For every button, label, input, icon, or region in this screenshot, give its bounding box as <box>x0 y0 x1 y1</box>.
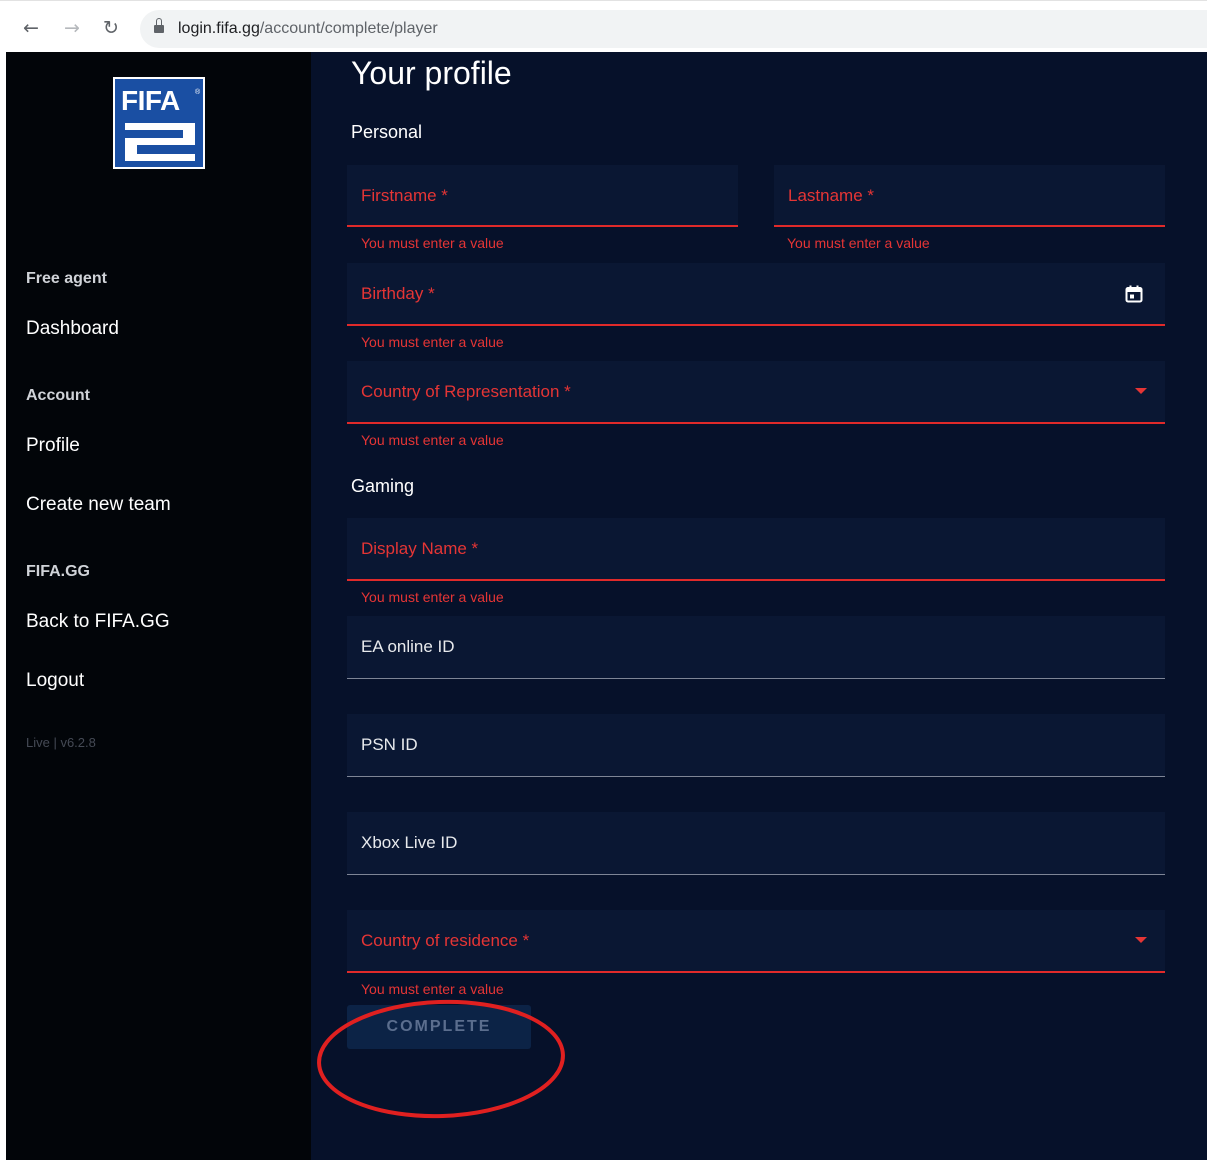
sidebar-section-free-agent: Free agent <box>26 270 107 287</box>
complete-button[interactable]: COMPLETE <box>347 1005 531 1049</box>
lock-icon <box>154 18 164 34</box>
url-host: login.fifa.gg <box>178 20 260 37</box>
lastname-error: You must enter a value <box>787 235 930 251</box>
dropdown-arrow-icon[interactable] <box>1135 937 1147 943</box>
sidebar-section-account: Account <box>26 387 90 404</box>
country-of-representation-label: Country of Representation * <box>361 382 571 401</box>
lastname-field[interactable]: Lastname * <box>774 165 1165 227</box>
lastname-label: Lastname * <box>788 186 874 205</box>
xbox-live-id-field[interactable]: Xbox Live ID <box>347 812 1165 875</box>
firstname-field[interactable]: Firstname * <box>347 165 738 227</box>
personal-section-label: Personal <box>351 122 423 142</box>
display-name-label: Display Name * <box>361 539 479 558</box>
birthday-label: Birthday * <box>361 284 435 303</box>
country-of-representation-error: You must enter a value <box>361 432 504 448</box>
xbox-live-id-label: Xbox Live ID <box>361 833 458 852</box>
back-arrow-icon[interactable]: ← <box>20 17 42 39</box>
country-of-residence-select[interactable]: Country of residence * <box>347 910 1165 973</box>
url-text: login.fifa.gg/account/complete/player <box>178 20 438 38</box>
ea-online-id-field[interactable]: EA online ID <box>347 616 1165 679</box>
firstname-error: You must enter a value <box>361 235 504 251</box>
sidebar-item-profile[interactable]: Profile <box>26 435 80 457</box>
fifa-logo[interactable]: FIFA ® <box>113 77 205 169</box>
gaming-section-label: Gaming <box>351 476 415 496</box>
url-path: /account/complete/player <box>259 20 438 37</box>
version-label: Live | v6.2.8 <box>26 735 96 750</box>
address-bar[interactable]: login.fifa.gg/account/complete/player <box>140 10 1207 48</box>
firstname-label: Firstname * <box>361 186 448 205</box>
sidebar-item-back-to-fifa-gg[interactable]: Back to FIFA.GG <box>26 611 170 633</box>
reload-icon[interactable]: ↻ <box>100 17 122 39</box>
sidebar-item-logout[interactable]: Logout <box>26 670 84 692</box>
sidebar-item-create-new-team[interactable]: Create new team <box>26 494 171 516</box>
country-of-residence-label: Country of residence * <box>361 931 530 950</box>
birthday-error: You must enter a value <box>361 334 504 350</box>
psn-id-field[interactable]: PSN ID <box>347 714 1165 777</box>
sidebar-section-fifa-gg: FIFA.GG <box>26 563 90 580</box>
page-title: Your profile <box>351 55 512 91</box>
logo-mark-icon <box>125 123 195 161</box>
birthday-field[interactable]: Birthday * <box>347 263 1165 326</box>
country-of-residence-error: You must enter a value <box>361 981 504 997</box>
display-name-error: You must enter a value <box>361 589 504 605</box>
ea-online-id-label: EA online ID <box>361 637 455 656</box>
browser-toolbar: ← → ↻ login.fifa.gg/account/complete/pla… <box>0 0 1207 52</box>
sidebar-item-dashboard[interactable]: Dashboard <box>26 318 119 340</box>
sidebar: FIFA ® Free agent Dashboard Account Prof… <box>6 52 311 1160</box>
forward-arrow-icon[interactable]: → <box>61 17 83 39</box>
logo-text: FIFA <box>121 85 180 116</box>
display-name-field[interactable]: Display Name * <box>347 518 1165 581</box>
psn-id-label: PSN ID <box>361 735 418 754</box>
dropdown-arrow-icon[interactable] <box>1135 388 1147 394</box>
app-window: FIFA ® Free agent Dashboard Account Prof… <box>6 52 1207 1160</box>
profile-form: Your profile Personal Firstname * You mu… <box>311 52 1207 1160</box>
registered-mark: ® <box>195 89 201 96</box>
country-of-representation-select[interactable]: Country of Representation * <box>347 361 1165 424</box>
calendar-icon[interactable] <box>1125 285 1143 303</box>
